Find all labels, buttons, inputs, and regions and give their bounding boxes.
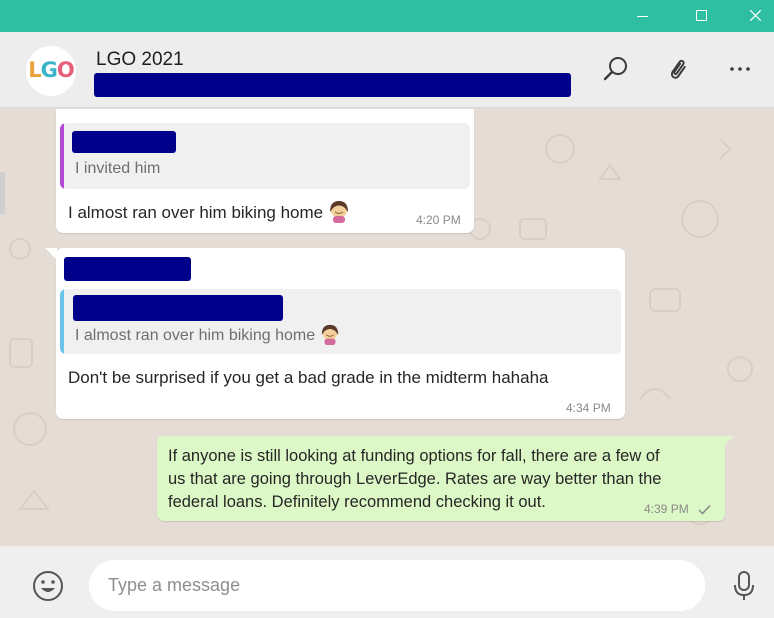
message-time: 4:34 PM	[566, 401, 611, 415]
quote-accent-bar	[60, 123, 64, 189]
chat-header: LGO LGO 2021	[0, 32, 774, 108]
microphone-icon[interactable]	[731, 570, 757, 602]
sent-check-icon	[698, 504, 711, 515]
message-bubble-outgoing[interactable]: If anyone is still looking at funding op…	[157, 436, 725, 521]
message-input[interactable]	[89, 560, 705, 611]
composer-bar	[0, 546, 774, 618]
chat-area[interactable]: +1 (857) 332-4418 · Deb Go I invited him…	[0, 109, 774, 546]
message-time: 4:39 PM	[644, 502, 689, 516]
message-bubble-incoming[interactable]: I almost ran over him biking home Don't …	[56, 248, 625, 419]
minimize-button[interactable]	[620, 0, 666, 32]
message-time: 4:20 PM	[416, 213, 461, 227]
window-edge	[0, 172, 5, 214]
quoted-text: I invited him	[75, 160, 161, 177]
paperclip-icon[interactable]	[664, 54, 694, 84]
message-bubble-incoming[interactable]: +1 (857) 332-4418 · Deb Go I invited him…	[56, 109, 474, 233]
message-text: I almost ran over him biking home	[68, 199, 351, 223]
message-text: If anyone is still looking at funding op…	[168, 447, 662, 511]
woman-facepalming-emoji	[330, 201, 349, 223]
redacted-participants	[94, 73, 571, 97]
emoji-icon[interactable]	[31, 569, 65, 603]
maximize-button[interactable]	[678, 0, 724, 32]
window-title-bar	[0, 0, 774, 32]
close-icon	[750, 10, 761, 21]
quoted-text: I almost ran over him biking home	[75, 323, 341, 345]
message-text: Don't be surprised if you get a bad grad…	[68, 368, 549, 387]
quoted-message[interactable]: I invited him	[60, 123, 470, 189]
search-icon[interactable]	[601, 54, 631, 84]
close-button[interactable]	[732, 0, 774, 32]
woman-facepalming-emoji	[321, 324, 339, 345]
minimize-icon	[637, 16, 648, 17]
maximize-icon	[696, 10, 707, 21]
redacted-quote-author	[73, 295, 283, 321]
group-avatar[interactable]: LGO	[26, 46, 76, 96]
group-logo: LGO	[28, 58, 74, 82]
more-options-icon[interactable]	[727, 54, 757, 84]
quote-accent-bar	[60, 289, 64, 354]
redacted-quote-author	[72, 131, 176, 153]
group-name[interactable]: LGO 2021	[96, 49, 184, 71]
redacted-sender-name	[64, 257, 191, 281]
quoted-message[interactable]: I almost ran over him biking home	[60, 289, 621, 354]
